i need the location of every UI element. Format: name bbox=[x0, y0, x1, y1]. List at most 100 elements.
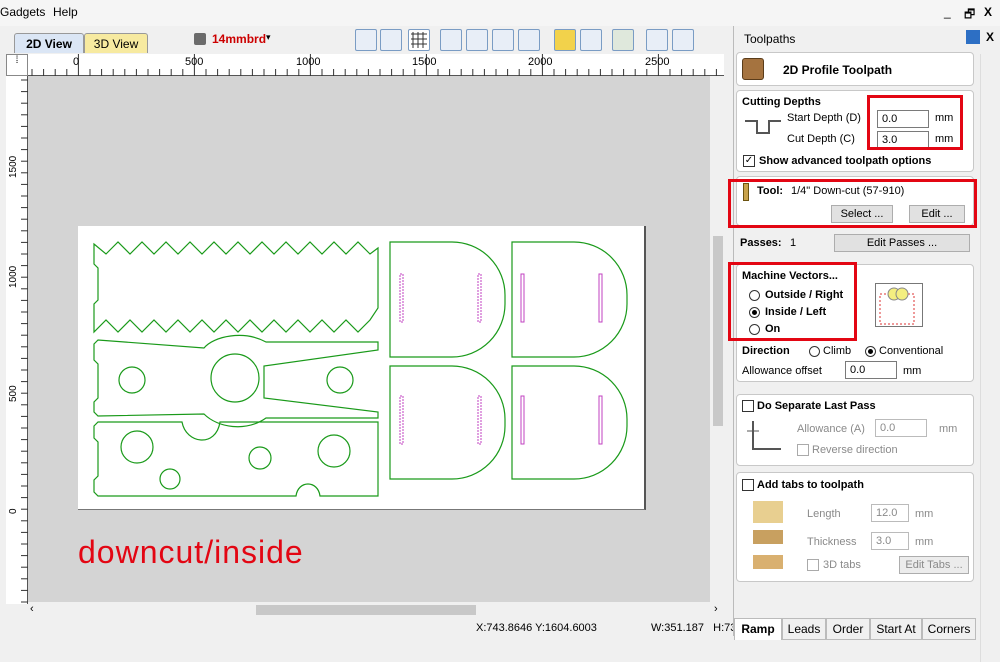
ruler-v-label: 0 bbox=[8, 508, 19, 514]
restore-icon[interactable]: 🗗 bbox=[964, 5, 975, 26]
menu-gadgets[interactable]: Gadgets bbox=[0, 5, 45, 19]
tabs-box: Add tabs to toolpath Length mm Thickness… bbox=[736, 472, 974, 582]
vector-side-diagram-icon bbox=[875, 283, 923, 327]
ruler-vertical: 1500 1000 500 0 bbox=[6, 76, 28, 604]
add-tabs-label: Add tabs to toolpath bbox=[757, 479, 864, 491]
scroll-right-icon[interactable]: › bbox=[714, 603, 718, 615]
advanced-options-label: Show advanced toolpath options bbox=[759, 155, 932, 167]
tab-2d-view[interactable]: 2D View bbox=[14, 33, 84, 53]
toolpaths-panel: Toolpaths X 2D Profile Toolpath Cutting … bbox=[728, 26, 1000, 662]
climb-radio[interactable] bbox=[809, 346, 820, 357]
tab-thickness-unit: mm bbox=[915, 536, 934, 548]
last-pass-allowance-unit: mm bbox=[939, 423, 958, 435]
edit-tabs-button[interactable]: Edit Tabs ... bbox=[899, 556, 969, 574]
ruler-h-label: 500 bbox=[185, 56, 204, 68]
edit-passes-button[interactable]: Edit Passes ... bbox=[834, 234, 970, 252]
vector-drawing bbox=[93, 241, 628, 497]
tab-3d-icon bbox=[753, 555, 783, 569]
layout-icon[interactable] bbox=[646, 29, 668, 51]
slot-mark bbox=[399, 395, 404, 445]
horizontal-scrollbar[interactable]: ‹ › bbox=[28, 602, 726, 618]
ruler-v-label: 1500 bbox=[8, 155, 19, 178]
separate-last-pass-box: Do Separate Last Pass Allowance (A) mm R… bbox=[736, 394, 974, 466]
ruler-h-label: 0 bbox=[73, 56, 80, 68]
tab-length-input[interactable] bbox=[871, 504, 909, 522]
tab-start-at[interactable]: Start At bbox=[870, 618, 922, 640]
tab-ramp[interactable]: Ramp bbox=[734, 618, 782, 640]
d-part bbox=[511, 241, 628, 358]
select-vectors-icon[interactable] bbox=[554, 29, 576, 51]
conventional-label: Conventional bbox=[879, 345, 944, 357]
cheese-part bbox=[93, 421, 379, 497]
zoom-fit-icon[interactable] bbox=[518, 29, 540, 51]
slot-mark bbox=[477, 395, 482, 445]
tab-length-icon bbox=[753, 501, 783, 523]
advanced-options-checkbox[interactable]: ✓ bbox=[743, 155, 755, 167]
add-tabs-checkbox[interactable] bbox=[742, 479, 754, 491]
slot-mark bbox=[598, 395, 603, 445]
tab-order[interactable]: Order bbox=[826, 618, 870, 640]
ruler-h-label: 2000 bbox=[528, 56, 553, 68]
separate-last-pass-checkbox[interactable] bbox=[742, 400, 754, 412]
status-coords: X:743.8646 Y:1604.6003 bbox=[476, 622, 597, 634]
allowance-unit: mm bbox=[903, 365, 922, 377]
tab-thickness-input[interactable] bbox=[871, 532, 909, 550]
grid-icon[interactable] bbox=[408, 29, 430, 51]
preview-icon[interactable] bbox=[612, 29, 634, 51]
ruler-v-label: 1000 bbox=[8, 265, 19, 288]
passes-count: 1 bbox=[790, 237, 797, 249]
node-edit-icon[interactable] bbox=[380, 29, 402, 51]
allowance-input[interactable] bbox=[845, 361, 897, 379]
reverse-direction-checkbox[interactable] bbox=[797, 444, 809, 456]
d-part bbox=[389, 365, 506, 480]
zoom-out-icon[interactable] bbox=[492, 29, 514, 51]
last-pass-allowance-input[interactable] bbox=[875, 419, 927, 437]
climb-label: Climb bbox=[823, 345, 852, 357]
tabs-3d-label: 3D tabs bbox=[823, 559, 861, 571]
slot-mark bbox=[520, 395, 525, 445]
chevron-down-icon[interactable]: ▾ bbox=[266, 32, 271, 43]
allowance-label: Allowance offset bbox=[742, 365, 822, 377]
depth-diagram-icon bbox=[743, 113, 783, 143]
tab-corners[interactable]: Corners bbox=[922, 618, 976, 640]
toolpath-title-box: 2D Profile Toolpath bbox=[736, 52, 974, 86]
status-bar: X:743.8646 Y:1604.6003 W:351.187 H:732.2… bbox=[0, 619, 787, 636]
tabs-3d-checkbox[interactable] bbox=[807, 559, 819, 571]
ruler-corner[interactable]: ⁞ bbox=[6, 54, 28, 76]
close-icon[interactable]: X bbox=[984, 5, 992, 19]
zoom-in-icon[interactable] bbox=[466, 29, 488, 51]
tab-leads[interactable]: Leads bbox=[782, 618, 826, 640]
tab-3d-view[interactable]: 3D View bbox=[84, 33, 148, 53]
scroll-left-icon[interactable]: ‹ bbox=[30, 603, 34, 615]
vertical-scroll-thumb[interactable] bbox=[713, 236, 723, 426]
transform-icon[interactable] bbox=[580, 29, 602, 51]
horizontal-scroll-thumb[interactable] bbox=[256, 605, 476, 615]
pan-icon[interactable] bbox=[440, 29, 462, 51]
pin-icon[interactable] bbox=[966, 30, 980, 44]
ruler-v-label: 500 bbox=[8, 385, 19, 402]
cheese-hole bbox=[120, 430, 154, 464]
cutting-depths-heading: Cutting Depths bbox=[742, 96, 821, 108]
material-name[interactable]: 14mmbrd bbox=[212, 32, 266, 46]
overlay-caption: downcut/inside bbox=[78, 534, 304, 570]
start-depth-label: Start Depth (D) bbox=[787, 112, 861, 124]
conventional-radio[interactable] bbox=[865, 346, 876, 357]
passes-label: Passes: bbox=[740, 237, 782, 249]
panel-close-icon[interactable]: X bbox=[986, 30, 994, 44]
last-pass-diagram-icon bbox=[745, 421, 785, 457]
tab-thickness-icon bbox=[753, 530, 783, 544]
profile-toolpath-icon bbox=[742, 58, 764, 80]
tab-length-unit: mm bbox=[915, 508, 934, 520]
vertical-scrollbar[interactable] bbox=[710, 76, 726, 604]
menu-bar: Gadgets Help _ 🗗 X bbox=[0, 0, 1000, 26]
d-part bbox=[389, 241, 506, 358]
toolpath-title: 2D Profile Toolpath bbox=[783, 63, 893, 77]
draw-tool-icon[interactable] bbox=[355, 29, 377, 51]
panel-scrollbar[interactable] bbox=[980, 54, 994, 662]
split-view-icon[interactable] bbox=[672, 29, 694, 51]
highlight-machine-vectors bbox=[728, 262, 857, 341]
minimize-icon[interactable]: _ bbox=[944, 5, 951, 19]
d-part bbox=[511, 365, 628, 480]
drawing-canvas[interactable]: downcut/inside bbox=[28, 76, 710, 604]
menu-help[interactable]: Help bbox=[53, 5, 78, 19]
